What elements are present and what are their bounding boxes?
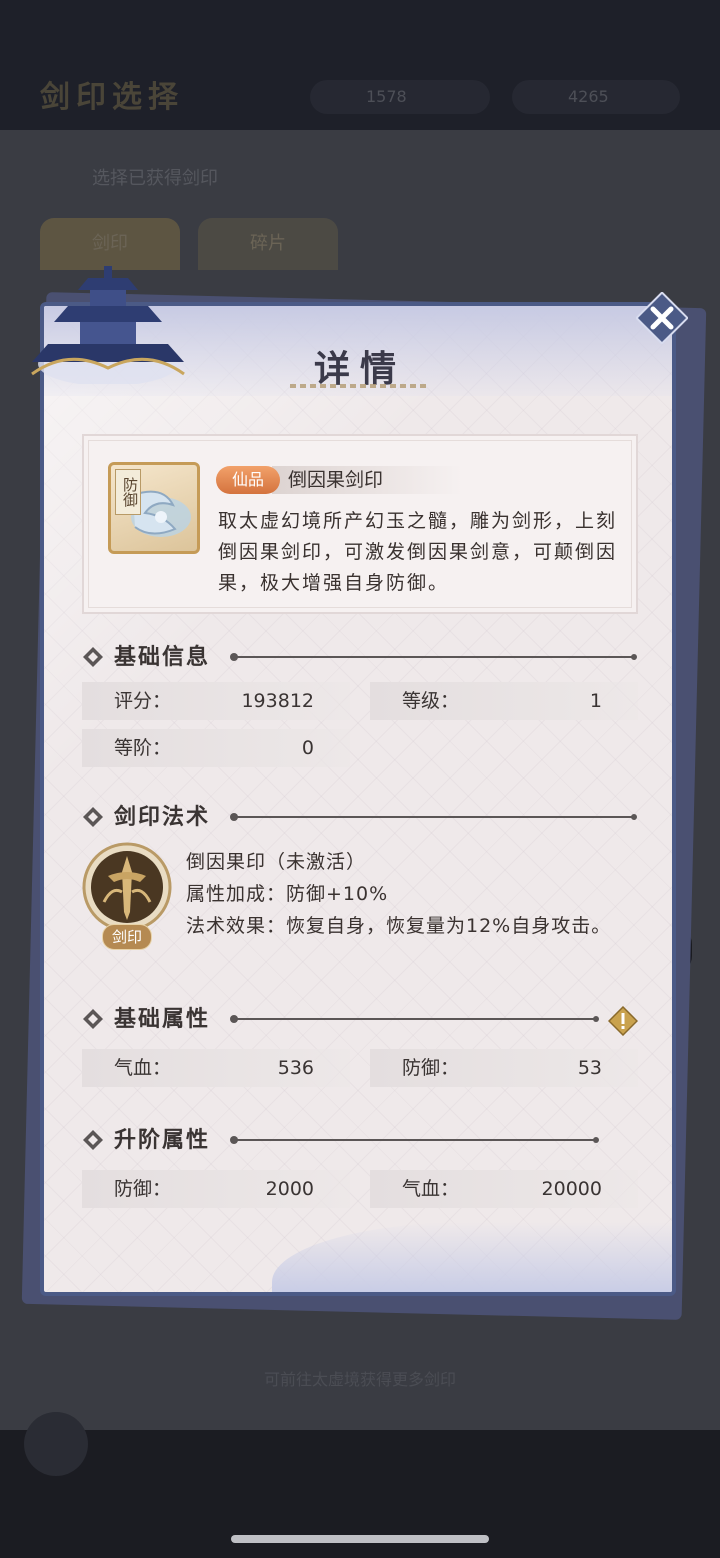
rarity-badge: 仙品 [216,466,280,494]
section-basic-info: 基础信息 [82,642,638,672]
stat-label: 气血： [114,1057,172,1079]
section-title: 升阶属性 [114,1127,211,1153]
stat-label: 防御： [114,1178,172,1200]
info-warning-icon[interactable] [608,1006,638,1036]
stat-hp: 气血： 536 [82,1049,350,1087]
stat-value: 1 [589,690,602,712]
item-type-tag: 防御 [115,469,141,515]
skill-type-tag: 剑印 [102,924,152,950]
section-divider [230,813,637,821]
diamond-icon [83,1009,103,1029]
resource-counter-1: 1578 [310,80,490,114]
section-title: 基础信息 [114,644,211,670]
item-name: 倒因果剑印 [288,469,384,491]
stat-value: 193812 [241,690,314,712]
stat-level: 等级： 1 [370,682,638,720]
section-divider [230,1015,599,1023]
background-note: 可前往太虚境获得更多剑印 [263,1370,456,1389]
background-subtitle: 选择已获得剑印 [92,168,218,189]
background-tab-1: 剑印 [40,218,180,270]
stat-rank: 等阶： 0 [82,729,350,767]
skill-details: 倒因果印（未激活） 属性加成：防御+10% 法术效果：恢复自身，恢复量为12%自… [186,846,616,942]
stat-value: 2000 [265,1178,314,1200]
skill-name: 倒因果印（未激活） [186,851,367,873]
close-icon[interactable] [636,292,688,344]
dialog-bottom-decoration [272,1222,672,1292]
section-skill: 剑印法术 [82,802,638,832]
section-upgrade-attributes: 升阶属性 [82,1125,638,1155]
stat-value: 53 [577,1057,602,1079]
skill-effect: 法术效果：恢复自身，恢复量为12%自身攻击。 [186,915,612,937]
back-button [24,1412,88,1476]
background-title: 剑印选择 [40,80,184,115]
resource-counter-2: 4265 [512,80,680,114]
home-indicator[interactable] [231,1535,489,1543]
stat-value: 20000 [541,1178,602,1200]
section-divider [230,1136,599,1144]
stat-label: 气血： [402,1178,460,1200]
item-description: 取太虚幻境所产幻玉之髓，雕为剑形，上刻倒因果剑印，可激发倒因果剑意，可颠倒因果，… [218,510,618,594]
stat-label: 等阶： [114,737,172,759]
stat-label: 等级： [402,690,460,712]
stat-label: 评分： [114,690,172,712]
title-ornament [290,384,430,388]
background-tab-2: 碎片 [198,218,338,270]
stat-upgrade-defense: 防御： 2000 [82,1170,350,1208]
section-divider [230,653,637,661]
item-icon: 防御 [108,462,200,554]
diamond-icon [83,807,103,827]
section-title: 基础属性 [114,1006,211,1032]
sword-emblem-icon [82,842,172,932]
stat-defense: 防御： 53 [370,1049,638,1087]
section-title: 剑印法术 [114,804,211,830]
stat-label: 防御： [402,1057,460,1079]
section-base-attributes: 基础属性 [82,1004,638,1034]
diamond-icon [83,647,103,667]
stat-value: 0 [301,737,314,759]
stat-value: 536 [277,1057,314,1079]
stat-score: 评分： 193812 [82,682,350,720]
diamond-icon [83,1130,103,1150]
skill-bonus: 属性加成：防御+10% [186,883,389,905]
stat-upgrade-hp: 气血： 20000 [370,1170,638,1208]
